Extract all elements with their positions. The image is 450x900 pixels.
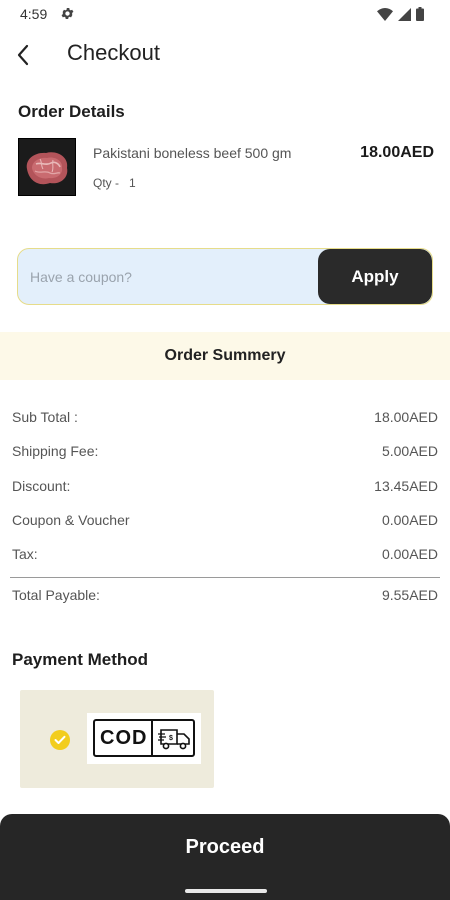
coupon-input[interactable] (18, 249, 318, 304)
cod-badge: COD $ (87, 713, 201, 764)
total-label: Total Payable: (12, 587, 100, 603)
summary-value: 0.00AED (381, 546, 438, 562)
order-item: Pakistani boneless beef 500 gm Qty - 1 18… (18, 138, 438, 198)
qty-value: 1 (129, 176, 136, 190)
qty-label: Qty - (93, 176, 119, 190)
page-title: Checkout (67, 40, 160, 65)
home-indicator[interactable] (185, 889, 267, 893)
summary-value: 13.45AED (374, 478, 438, 494)
apply-coupon-button[interactable]: Apply (318, 249, 432, 304)
summary-value: 18.00AED (374, 409, 438, 425)
summary-row-discount: Discount: 13.45AED (12, 478, 438, 500)
status-time: 4:59 (20, 6, 48, 22)
status-icons (377, 7, 424, 21)
cod-label: COD (100, 727, 148, 749)
summary-label: Coupon & Voucher (12, 512, 130, 528)
cod-separator (151, 721, 153, 755)
product-qty: Qty - 1 (93, 176, 136, 190)
signal-icon (398, 7, 411, 21)
check-icon (50, 730, 70, 750)
chevron-left-icon (17, 44, 29, 66)
product-price: 18.00AED (360, 144, 434, 161)
summary-divider (10, 577, 440, 578)
summary-value: 5.00AED (381, 443, 438, 459)
proceed-button[interactable]: Proceed (0, 814, 450, 878)
total-value: 9.55AED (381, 587, 438, 603)
beef-image (19, 139, 75, 195)
product-name: Pakistani boneless beef 500 gm (93, 145, 292, 161)
summary-row-shipping: Shipping Fee: 5.00AED (12, 443, 438, 465)
battery-icon (416, 7, 424, 21)
wifi-icon (377, 7, 393, 21)
summary-value: 0.00AED (381, 512, 438, 528)
summary-label: Discount: (12, 478, 71, 494)
svg-text:$: $ (169, 735, 173, 742)
summary-row-coupon: Coupon & Voucher 0.00AED (12, 512, 438, 534)
back-button[interactable] (10, 42, 36, 68)
summary-label: Tax: (12, 546, 38, 562)
product-image (18, 138, 76, 196)
status-bar: 4:59 (0, 0, 450, 30)
bottom-bar: Proceed (0, 814, 450, 900)
gear-icon (61, 8, 74, 19)
cod-logo: COD $ (93, 719, 195, 757)
summary-row-total: Total Payable: 9.55AED (12, 587, 438, 609)
summary-row-subtotal: Sub Total : 18.00AED (12, 409, 438, 431)
delivery-truck-icon: $ (158, 729, 190, 750)
summary-label: Shipping Fee: (12, 443, 99, 459)
summary-label: Sub Total : (12, 409, 78, 425)
app-bar: Checkout (0, 30, 450, 80)
order-summary-title: Order Summery (0, 332, 450, 380)
payment-method-title: Payment Method (12, 650, 149, 669)
order-details-title: Order Details (18, 102, 125, 121)
summary-row-tax: Tax: 0.00AED (12, 546, 438, 568)
coupon-box: Apply (17, 248, 433, 305)
payment-option-cod[interactable]: COD $ (20, 690, 214, 788)
